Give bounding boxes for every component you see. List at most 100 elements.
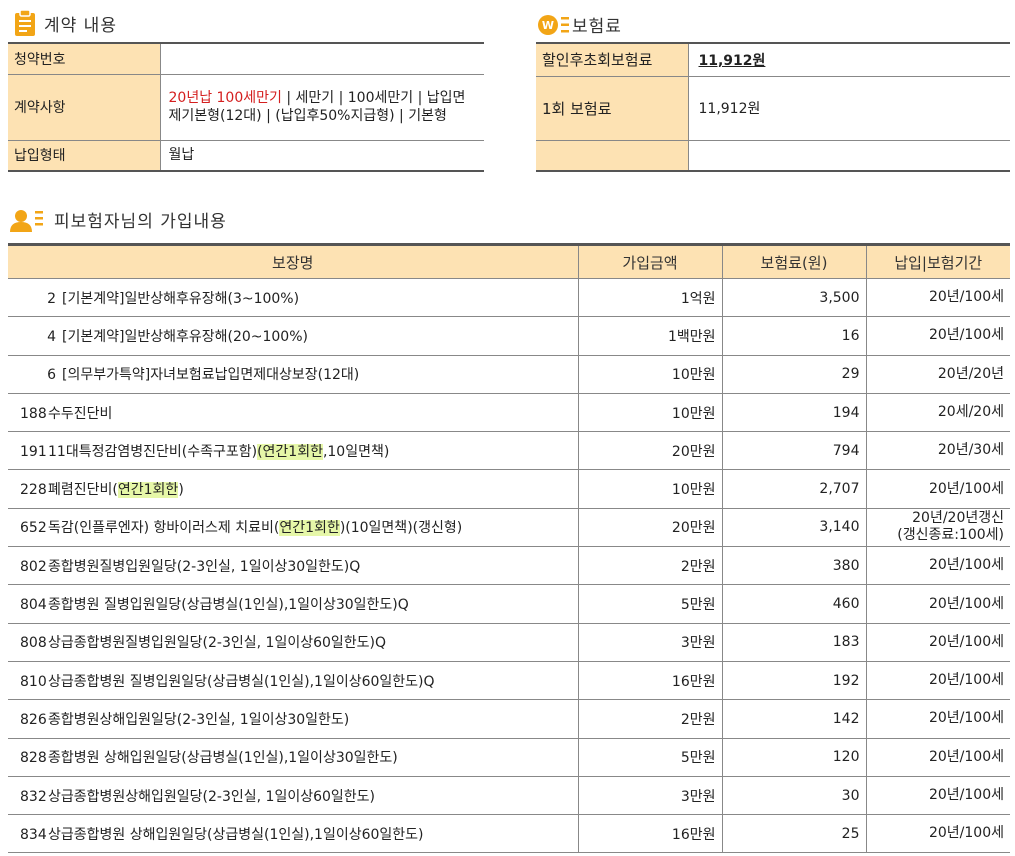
coverage-term: 20년/30세 [866, 431, 1010, 471]
coverage-name: 834상급종합병원 상해입원일당(상급병실(1인실),1일이상60일한도) [8, 814, 579, 854]
insured-title: 피보험자님의 가입내용 [54, 212, 227, 232]
table-row: 4 [기본계약]일반상해후유장해(20~100%) 1백만원 16 20년/100세 [8, 316, 1010, 356]
premium-value[interactable]: 11,912원 [688, 43, 1010, 77]
coverage-title: 독감(인플루엔자) 항바이러스제 치료비( [48, 520, 280, 537]
coverage-title: [의무부가특약]자녀보험료납입면제대상보장(12대) [62, 367, 360, 384]
table-row: 828종합병원 상해입원일당(상급병실(1인실),1일이상30일한도) 5만원 12… [8, 738, 1010, 777]
coverage-table: 보장명 가입금액 보험료(원) 납입|보험기간 2 [기본계약]일반상해후유장해(… [8, 243, 1010, 854]
coverage-premium: 25 [722, 814, 867, 854]
coverage-title: 상급종합병원상해입원일당(2-3인실, 1일이상60일한도) [48, 788, 376, 805]
coverage-term-text: 20년/20년갱신 [912, 510, 1004, 527]
contract-section-title: 계약 내용 [14, 9, 117, 37]
coverage-suffix: ,10일면책) [322, 443, 390, 460]
coverage-term: 20년/100세 [866, 814, 1010, 854]
table-row: 19111대특정감염병진단비(수족구포함)(연간1회한,10일면책) 20만원 79… [8, 431, 1010, 471]
coverage-highlight: 연간1회한 [279, 520, 340, 537]
coverage-premium: 460 [722, 584, 867, 624]
coverage-term: 20년/100세 [866, 738, 1010, 777]
contract-row: 청약번호 [8, 43, 484, 75]
coverage-number: 2 [47, 290, 56, 307]
coverage-number: 810 [20, 673, 47, 690]
coverage-title: 상급종합병원 상해입원일당(상급병실(1인실),1일이상60일한도) [48, 826, 424, 843]
premium-label [536, 140, 689, 171]
table-row: 2 [기본계약]일반상해후유장해(3~100%) 1억원 3,500 20년/100세 [8, 278, 1010, 318]
coverage-amount: 10만원 [578, 393, 723, 433]
coverage-term-text: 20년/100세 [928, 633, 1004, 650]
premium-label: 1회 보험료 [536, 76, 689, 141]
header-amount: 가입금액 [578, 244, 723, 279]
premium-label: 할인후초회보험료 [536, 43, 689, 77]
coverage-number: 828 [20, 750, 47, 767]
coverage-title: [기본계약]일반상해후유장해(20~100%) [62, 328, 308, 345]
coverage-amount: 20만원 [578, 508, 723, 548]
coverage-title: 11대특정감염병진단비(수족구포함) [48, 443, 258, 460]
coverage-term-text: 20년/100세 [928, 480, 1004, 497]
coverage-term: 20년/100세 [866, 278, 1010, 318]
table-row: 834상급종합병원 상해입원일당(상급병실(1인실),1일이상60일한도) 16만… [8, 814, 1010, 854]
coverage-amount: 10만원 [578, 355, 723, 394]
coverage-premium: 16 [722, 316, 867, 356]
table-row: 802종합병원질병입원일당(2-3인실, 1일이상30일한도)Q 2만원 380 20… [8, 546, 1010, 586]
coverage-amount: 5만원 [578, 738, 723, 777]
svg-text:W: W [542, 19, 554, 32]
contract-value: 월납 [168, 147, 195, 164]
coverage-term: 20년/20년 [866, 355, 1010, 394]
coverage-name: 810상급종합병원 질병입원일당(상급병실(1인실),1일이상60일한도)Q [8, 661, 579, 701]
coverage-title: 상급종합병원 질병입원일당(상급병실(1인실),1일이상60일한도)Q [48, 673, 435, 690]
coverage-name: 652독감(인플루엔자) 항바이러스제 치료비(연간1회한)(10일면책)(갱신… [8, 508, 579, 548]
premium-row: 할인후초회보험료 11,912원 [536, 43, 1010, 77]
first-premium-link[interactable]: 11,912원 [699, 53, 766, 69]
premium-section-title: W 보험료 [538, 12, 622, 37]
contract-label: 납입형태 [8, 140, 161, 171]
contract-value [160, 43, 484, 75]
coverage-term-note: (갱신종료:100세) [897, 527, 1004, 544]
coverage-title: 상급종합병원질병입원일당(2-3인실, 1일이상60일한도)Q [48, 635, 387, 652]
coverage-name: 4 [기본계약]일반상해후유장해(20~100%) [8, 316, 579, 356]
coverage-name: 804종합병원 질병입원일당(상급병실(1인실),1일이상30일한도)Q [8, 584, 579, 624]
contract-row: 계약사항 20년납 100세만기 | 세만기 | 100세만기 | 납입면제기본… [8, 74, 484, 141]
coverage-term-text: 20년/30세 [937, 442, 1004, 459]
coverage-premium: 794 [722, 431, 867, 471]
header-coverage-name: 보장명 [8, 244, 579, 279]
coverage-header-row: 보장명 가입금액 보험료(원) 납입|보험기간 [8, 244, 1010, 279]
coverage-amount: 10만원 [578, 469, 723, 509]
coverage-term-text: 20년/100세 [928, 327, 1004, 344]
coverage-term-text: 20년/20년 [937, 365, 1004, 382]
contract-table: 청약번호 계약사항 20년납 100세만기 | 세만기 | 100세만기 | 납… [8, 42, 484, 172]
coverage-term: 20년/100세 [866, 776, 1010, 816]
coverage-term-text: 20년/100세 [928, 672, 1004, 689]
table-row: 6 [의무부가특약]자녀보험료납입면제대상보장(12대) 10만원 29 20년/20년 [8, 355, 1010, 394]
contract-highlight: 20년납 100세만기 [168, 90, 282, 106]
coverage-term-text: 20년/100세 [928, 595, 1004, 612]
coverage-premium: 3,140 [722, 508, 867, 548]
coverage-premium: 3,500 [722, 278, 867, 318]
coverage-amount: 2만원 [578, 546, 723, 586]
coverage-term: 20년/100세 [866, 316, 1010, 356]
table-row: 810상급종합병원 질병입원일당(상급병실(1인실),1일이상60일한도)Q 16… [8, 661, 1010, 701]
coverage-number: 834 [20, 826, 47, 843]
coverage-number: 808 [20, 635, 47, 652]
coverage-name: 228폐렴진단비(연간1회한) [8, 469, 579, 509]
coverage-suffix: )(10일면책)(갱신형) [339, 520, 463, 537]
coverage-number: 228 [20, 482, 47, 499]
contract-label: 계약사항 [8, 74, 161, 141]
coverage-term: 20년/100세 [866, 469, 1010, 509]
premium-table: 할인후초회보험료 11,912원 1회 보험료 11,912원 [536, 42, 1010, 172]
coverage-term: 20년/100세 [866, 661, 1010, 701]
premium-value [688, 140, 1010, 171]
coverage-term-text: 20년/100세 [928, 748, 1004, 765]
coverage-premium: 142 [722, 699, 867, 739]
coverage-name: 832상급종합병원상해입원일당(2-3인실, 1일이상60일한도) [8, 776, 579, 816]
contract-label: 청약번호 [8, 43, 161, 75]
coverage-number: 804 [20, 597, 47, 614]
coverage-name: 828종합병원 상해입원일당(상급병실(1인실),1일이상30일한도) [8, 738, 579, 777]
insured-section-title: 피보험자님의 가입내용 [10, 207, 227, 232]
coverage-term: 20년/100세 [866, 623, 1010, 662]
coverage-term: 20년/100세 [866, 699, 1010, 739]
coverage-term-text: 20세/20세 [937, 404, 1004, 421]
coverage-term: 20년/20년갱신 (갱신종료:100세) [866, 508, 1010, 548]
coverage-premium: 183 [722, 623, 867, 662]
coverage-term: 20년/100세 [866, 546, 1010, 586]
coverage-amount: 1백만원 [578, 316, 723, 356]
table-row: 652독감(인플루엔자) 항바이러스제 치료비(연간1회한)(10일면책)(갱신… [8, 508, 1010, 548]
